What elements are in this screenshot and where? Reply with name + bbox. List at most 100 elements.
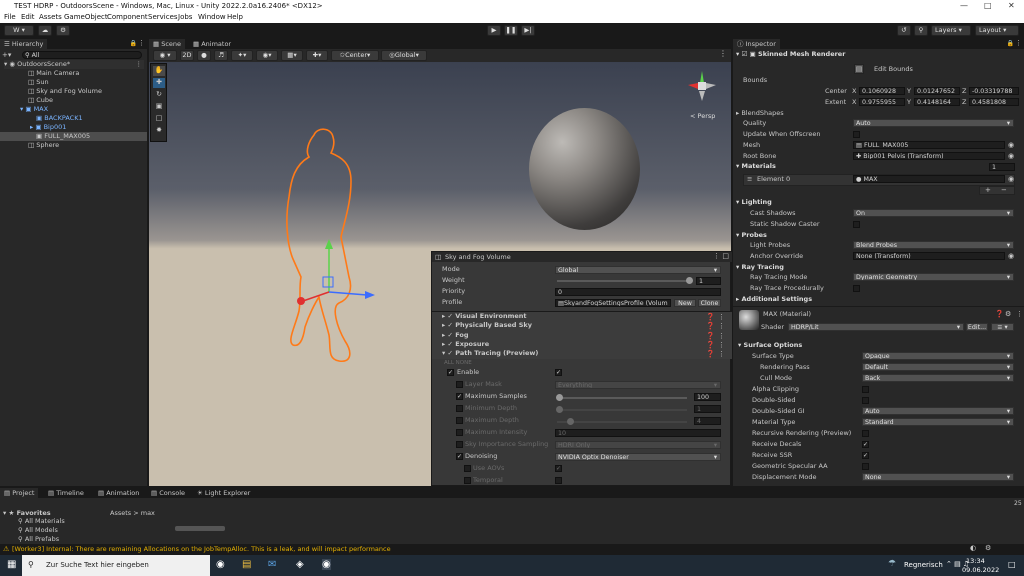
sky-sampling-dropdown[interactable]: HDRI Only ▾ bbox=[555, 441, 721, 449]
edit-bounds-icon[interactable]: ▤ bbox=[854, 64, 864, 74]
shader-dropdown[interactable]: HDRP/Lit ▾ bbox=[788, 323, 964, 331]
tab-console[interactable]: ▤ Console bbox=[147, 488, 189, 498]
denoising-dropdown[interactable]: NVIDIA Optix Denoiser ▾ bbox=[555, 453, 721, 461]
clock-time[interactable]: 13:34 bbox=[966, 557, 985, 565]
hidden-objects-icon[interactable]: ◉▾ bbox=[256, 50, 278, 61]
more-icon[interactable]: ⋮ bbox=[718, 313, 725, 321]
rotate-tool-icon[interactable]: ↻ bbox=[153, 90, 165, 100]
list-item[interactable]: ▸ ▣ Bip001 bbox=[30, 123, 66, 132]
override-path-tracing[interactable]: ▾ ✓ Path Tracing (Preview) bbox=[442, 349, 538, 358]
more-icon[interactable]: ⋮ bbox=[718, 350, 725, 358]
materials-foldout[interactable]: ▾ Materials bbox=[736, 162, 776, 171]
layout-dropdown[interactable]: Layout ▾ bbox=[975, 25, 1019, 36]
mesh-field[interactable]: ▤ FULL_MAX005 bbox=[853, 141, 1005, 149]
override-checkbox[interactable] bbox=[464, 477, 471, 484]
notification-icon[interactable]: □ bbox=[1008, 560, 1016, 569]
component-header[interactable]: ▾ ☑ ▣ Skinned Mesh Renderer bbox=[736, 50, 845, 59]
collab-icon[interactable]: ⚙ bbox=[56, 25, 70, 36]
static-caster-checkbox[interactable] bbox=[853, 221, 860, 228]
help-icon[interactable]: ❓ bbox=[706, 341, 715, 349]
persp-label[interactable]: < Persp bbox=[690, 112, 715, 120]
all-none-toggle[interactable]: ALL NONE bbox=[444, 359, 472, 368]
alpha-clipping-checkbox[interactable] bbox=[862, 386, 869, 393]
help-icon[interactable]: ❓ bbox=[706, 322, 715, 330]
list-item[interactable]: ◫ Sky and Fog Volume bbox=[28, 87, 102, 96]
displacement-dropdown[interactable]: None ▾ bbox=[862, 473, 1014, 481]
status-message[interactable]: [Worker3] Internal: There are remaining … bbox=[12, 545, 391, 553]
weight-field[interactable]: 1 bbox=[696, 277, 721, 285]
object-picker-icon[interactable]: ◉ bbox=[1008, 252, 1014, 260]
override-fog[interactable]: ▸ ✓ Fog bbox=[442, 331, 469, 340]
maximize-icon[interactable]: □ bbox=[722, 252, 729, 260]
shading-mode-dropdown[interactable]: ◉ ▾ bbox=[153, 50, 177, 61]
override-checkbox[interactable] bbox=[456, 405, 463, 412]
menu-file[interactable]: File bbox=[4, 13, 16, 21]
lighting-foldout[interactable]: ▾ Lighting bbox=[736, 198, 772, 207]
center-z-field[interactable]: -0.03319788 bbox=[969, 87, 1019, 95]
add-icon[interactable]: + bbox=[985, 186, 991, 194]
remove-icon[interactable]: − bbox=[1001, 186, 1007, 194]
shader-options-dropdown[interactable]: ≡ ▾ bbox=[991, 323, 1014, 331]
object-picker-icon[interactable]: ◉ bbox=[1008, 152, 1014, 160]
layer-mask-dropdown[interactable]: Everything ▾ bbox=[555, 381, 721, 389]
more-icon[interactable]: ⋮ bbox=[718, 341, 725, 349]
tab-project[interactable]: ▤ Project bbox=[0, 488, 39, 498]
list-item[interactable]: ◫ Main Camera bbox=[28, 69, 79, 78]
override-checkbox[interactable] bbox=[464, 465, 471, 472]
center-x-field[interactable]: 0.1060928 bbox=[859, 87, 905, 95]
extent-z-field[interactable]: 0.4581808 bbox=[969, 98, 1019, 106]
2d-toggle[interactable]: 2D bbox=[180, 50, 194, 61]
snap-dropdown[interactable]: ✚▾ bbox=[306, 50, 328, 61]
override-visual-environment[interactable]: ▸ ✓ Visual Environment bbox=[442, 312, 527, 321]
transform-tool-icon[interactable]: ✸ bbox=[153, 126, 165, 136]
grid-dropdown[interactable]: ▦▾ bbox=[281, 50, 303, 61]
max-depth-field[interactable]: 4 bbox=[694, 417, 721, 425]
temporal-checkbox[interactable] bbox=[555, 477, 562, 484]
edit-shader-button[interactable]: Edit... bbox=[966, 323, 988, 331]
list-item[interactable]: ⚲ All Materials bbox=[18, 517, 65, 526]
override-checkbox[interactable]: ✓ bbox=[456, 453, 463, 460]
enable-checkbox[interactable]: ✓ bbox=[555, 369, 562, 376]
cloud-icon[interactable]: ☁ bbox=[38, 25, 52, 36]
update-offscreen-checkbox[interactable] bbox=[853, 131, 860, 138]
help-icon[interactable]: ❓ bbox=[995, 310, 1004, 318]
help-icon[interactable]: ❓ bbox=[706, 350, 715, 358]
tab-animator[interactable]: ▦ Animator bbox=[189, 39, 235, 49]
more-icon[interactable]: ⋮ bbox=[138, 39, 145, 47]
list-item-selected[interactable]: ▣ FULL_MAX005 bbox=[0, 132, 147, 141]
element0-field[interactable]: ● MAX bbox=[853, 175, 1005, 183]
use-aovs-checkbox[interactable]: ✓ bbox=[555, 465, 562, 472]
extent-y-field[interactable]: 0.4148164 bbox=[914, 98, 960, 106]
asset-thumbnail-bar[interactable] bbox=[175, 526, 225, 531]
tab-scene[interactable]: ▦ Scene bbox=[149, 39, 186, 49]
list-item[interactable]: ◫ Sun bbox=[28, 78, 49, 87]
rendering-pass-dropdown[interactable]: Default ▾ bbox=[862, 363, 1014, 371]
ray-tracing-foldout[interactable]: ▾ Ray Tracing bbox=[736, 263, 784, 272]
override-checkbox[interactable] bbox=[456, 381, 463, 388]
blendshapes-foldout[interactable]: ▸ BlendShapes bbox=[736, 109, 784, 118]
lock-icon[interactable]: 🔒 bbox=[1007, 40, 1014, 47]
tab-hierarchy[interactable]: ☰ Hierarchy bbox=[0, 39, 48, 49]
file-explorer-icon[interactable]: ▤ bbox=[242, 559, 251, 570]
mail-icon[interactable]: ✉ bbox=[268, 559, 276, 570]
menu-component[interactable]: Component bbox=[107, 13, 148, 21]
max-depth-slider-handle[interactable] bbox=[567, 418, 574, 425]
maximize-icon[interactable]: □ bbox=[984, 1, 992, 10]
menu-help[interactable]: Help bbox=[227, 13, 243, 21]
layers-dropdown[interactable]: Layers ▾ bbox=[931, 25, 971, 36]
more-icon[interactable]: ⋮ bbox=[718, 322, 725, 330]
double-sided-gi-dropdown[interactable]: Auto ▾ bbox=[862, 407, 1014, 415]
override-physically-based-sky[interactable]: ▸ ✓ Physically Based Sky bbox=[442, 321, 532, 330]
minimize-icon[interactable]: — bbox=[960, 1, 968, 10]
surface-type-dropdown[interactable]: Opaque ▾ bbox=[862, 352, 1014, 360]
object-picker-icon[interactable]: ◉ bbox=[1008, 141, 1014, 149]
pivot-dropdown[interactable]: ✩Center▾ bbox=[331, 50, 379, 61]
more-icon[interactable]: ⋮ bbox=[1015, 39, 1022, 47]
rt-mode-dropdown[interactable]: Dynamic Geometry ▾ bbox=[853, 273, 1014, 281]
hierarchy-search-input[interactable]: ⚲ All bbox=[22, 51, 142, 59]
enable-override-checkbox[interactable]: ✓ bbox=[447, 369, 454, 376]
geo-aa-checkbox[interactable] bbox=[862, 463, 869, 470]
tab-inspector[interactable]: ⓘ Inspector bbox=[733, 39, 780, 49]
menu-services[interactable]: Services bbox=[148, 13, 178, 21]
max-samples-slider-handle[interactable] bbox=[556, 394, 563, 401]
